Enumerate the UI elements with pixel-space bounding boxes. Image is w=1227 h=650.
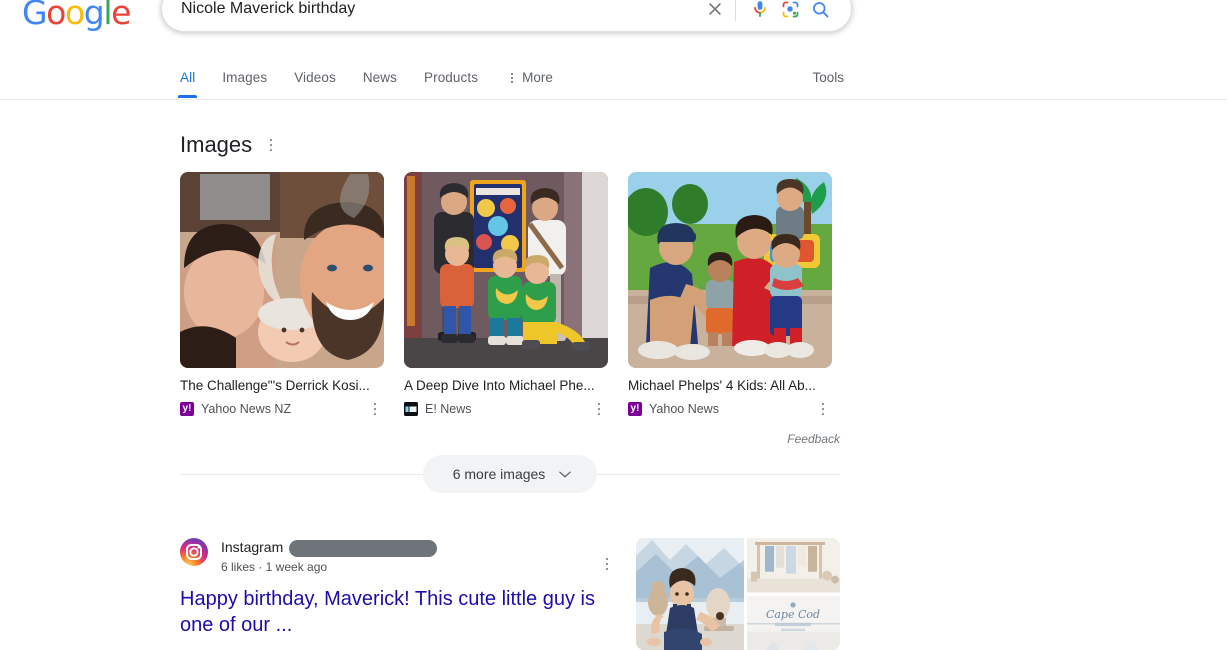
search-results-column: Images (180, 100, 840, 650)
image-thumbnail[interactable] (404, 172, 608, 368)
result-site-name: Instagram (221, 539, 283, 556)
feedback-link[interactable]: Feedback (180, 432, 840, 446)
tab-videos-label: Videos (294, 70, 336, 85)
result-title-link[interactable]: Happy birthday, Maverick! This cute litt… (180, 586, 616, 638)
image-caption[interactable]: The Challenge"'s Derrick Kosi... (180, 377, 384, 394)
image-tile: The Challenge"'s Derrick Kosi... y! Yaho… (180, 172, 384, 418)
google-lens-button[interactable] (775, 0, 805, 22)
google-logo[interactable]: Google (22, 0, 130, 30)
result-meta: Instagram 6 likes · 1 week ago (221, 538, 590, 575)
logo-letter-o2: o (65, 0, 84, 32)
close-icon (705, 0, 725, 19)
image-tile-menu-icon[interactable] (590, 400, 608, 418)
image-source-label: E! News (425, 402, 472, 416)
more-images-label: 6 more images (453, 466, 546, 482)
studio-rack-photo (747, 538, 840, 593)
more-images-row: 6 more images (180, 450, 840, 498)
images-pack-menu-icon[interactable] (262, 136, 280, 154)
page-header: Google (0, 0, 1227, 58)
tab-all-label: All (180, 70, 195, 85)
enews-favicon (404, 402, 418, 416)
images-pack-title: Images (180, 132, 252, 158)
tab-news-label: News (363, 70, 397, 85)
tools-label: Tools (812, 70, 844, 85)
more-filters-label: More (522, 70, 553, 85)
result-thumbnail-3[interactable]: Cape Cod (747, 596, 840, 650)
thumbnail-photo-2 (404, 172, 608, 368)
image-source-row: y! Yahoo News (628, 400, 832, 418)
search-result-thumbnails: Cape Cod (636, 538, 840, 650)
image-source-row: y! Yahoo News NZ (180, 400, 384, 418)
thumbnail-grid: Cape Cod (636, 538, 840, 650)
yahoo-favicon: y! (180, 402, 194, 416)
microphone-icon (749, 0, 771, 20)
search-icon (810, 0, 831, 20)
more-filters-button[interactable]: More (505, 70, 553, 86)
search-input[interactable] (162, 0, 700, 31)
image-thumbnail[interactable] (180, 172, 384, 368)
google-lens-icon (780, 0, 801, 20)
tools-button[interactable]: Tools (812, 70, 844, 85)
image-source-label: Yahoo News NZ (201, 402, 291, 416)
cake-smash-photo (636, 538, 744, 650)
thumbnail-photo-3 (628, 172, 832, 368)
search-submit-button[interactable] (805, 0, 835, 22)
image-caption[interactable]: A Deep Dive Into Michael Phe... (404, 377, 608, 394)
yahoo-favicon: y! (628, 402, 642, 416)
search-bar-divider (735, 0, 736, 21)
image-tile: A Deep Dive Into Michael Phe... E! News (404, 172, 608, 418)
svg-text:Cape Cod: Cape Cod (766, 607, 820, 620)
more-images-button[interactable]: 6 more images (423, 455, 598, 493)
image-caption[interactable]: Michael Phelps' 4 Kids: All Ab... (628, 377, 832, 394)
tab-news[interactable]: News (363, 70, 397, 98)
search-nav-inner: All Images Videos News Products More Too… (180, 58, 1227, 99)
thumbnail-column: Cape Cod (747, 538, 840, 650)
result-menu-icon[interactable] (598, 555, 616, 573)
logo-letter-e: e (111, 0, 130, 32)
image-tile: Michael Phelps' 4 Kids: All Ab... y! Yah… (628, 172, 832, 418)
cape-cod-overlay-photo: Cape Cod (747, 596, 840, 650)
images-pack-tiles: The Challenge"'s Derrick Kosi... y! Yaho… (180, 172, 840, 418)
logo-letter-l: l (103, 0, 111, 32)
tab-all[interactable]: All (180, 70, 195, 98)
search-bar[interactable] (161, 0, 852, 32)
result-thumbnail-2[interactable] (747, 538, 840, 593)
logo-letter-g2: g (84, 0, 104, 32)
result-site-row: Instagram (221, 539, 590, 556)
search-nav-bar: All Images Videos News Products More Too… (0, 58, 1227, 100)
tab-images-label: Images (222, 70, 267, 85)
images-pack-header: Images (180, 132, 840, 158)
search-result: Instagram 6 likes · 1 week ago Happy bir… (180, 538, 840, 650)
tab-products[interactable]: Products (424, 70, 478, 98)
image-thumbnail[interactable] (628, 172, 832, 368)
chevron-down-icon (559, 471, 571, 478)
result-header: Instagram 6 likes · 1 week ago (180, 538, 616, 575)
instagram-icon (180, 538, 208, 566)
tab-products-label: Products (424, 70, 478, 85)
result-thumbnail-main[interactable] (636, 538, 744, 650)
redacted-handle (289, 540, 437, 557)
tab-videos[interactable]: Videos (294, 70, 336, 98)
search-bar-actions (700, 0, 851, 21)
image-source-label: Yahoo News (649, 402, 719, 416)
voice-search-button[interactable] (745, 0, 775, 22)
kebab-menu-icon (505, 70, 519, 86)
enews-logo-icon (404, 402, 418, 416)
image-tile-menu-icon[interactable] (366, 400, 384, 418)
instagram-glyph-icon (180, 538, 208, 566)
search-result-text: Instagram 6 likes · 1 week ago Happy bir… (180, 538, 616, 650)
logo-letter-g: G (22, 0, 46, 32)
result-engagement-meta: 6 likes · 1 week ago (221, 559, 590, 575)
thumbnail-photo-1 (180, 172, 384, 368)
logo-letter-o1: o (46, 0, 65, 32)
tab-images[interactable]: Images (222, 70, 267, 98)
image-source-row: E! News (404, 400, 608, 418)
clear-search-button[interactable] (700, 0, 730, 22)
image-tile-menu-icon[interactable] (814, 400, 832, 418)
